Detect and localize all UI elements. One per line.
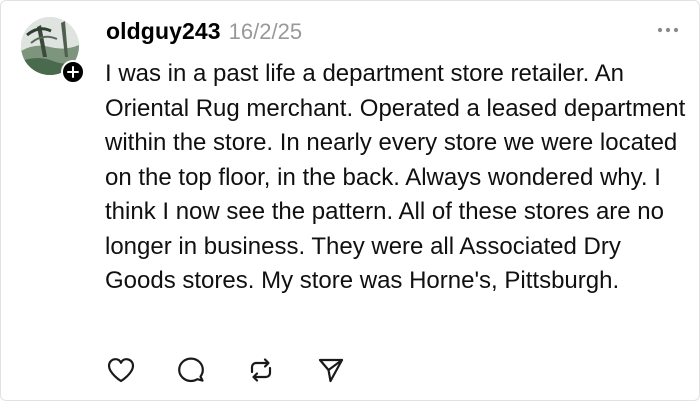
more-horizontal-icon xyxy=(657,27,679,33)
plus-icon xyxy=(67,66,79,78)
follow-button[interactable] xyxy=(61,60,85,84)
username[interactable]: oldguy243 xyxy=(106,18,221,45)
post-date[interactable]: 16/2/25 xyxy=(229,19,302,45)
repost-icon xyxy=(250,358,272,382)
heart-icon xyxy=(107,358,135,383)
post-card: oldguy243 16/2/25 I was in a past life a… xyxy=(0,0,700,401)
post-body: I was in a past life a department store … xyxy=(105,60,686,294)
share-button[interactable] xyxy=(313,353,349,387)
repost-button[interactable] xyxy=(243,353,279,387)
more-options-button[interactable] xyxy=(655,23,681,37)
like-button[interactable] xyxy=(103,353,139,387)
comment-icon xyxy=(178,357,204,383)
send-icon xyxy=(318,358,344,383)
avatar-group[interactable] xyxy=(21,17,85,84)
reply-button[interactable] xyxy=(173,353,209,387)
post-actions xyxy=(103,353,383,387)
post-header: oldguy243 16/2/25 xyxy=(106,18,302,45)
